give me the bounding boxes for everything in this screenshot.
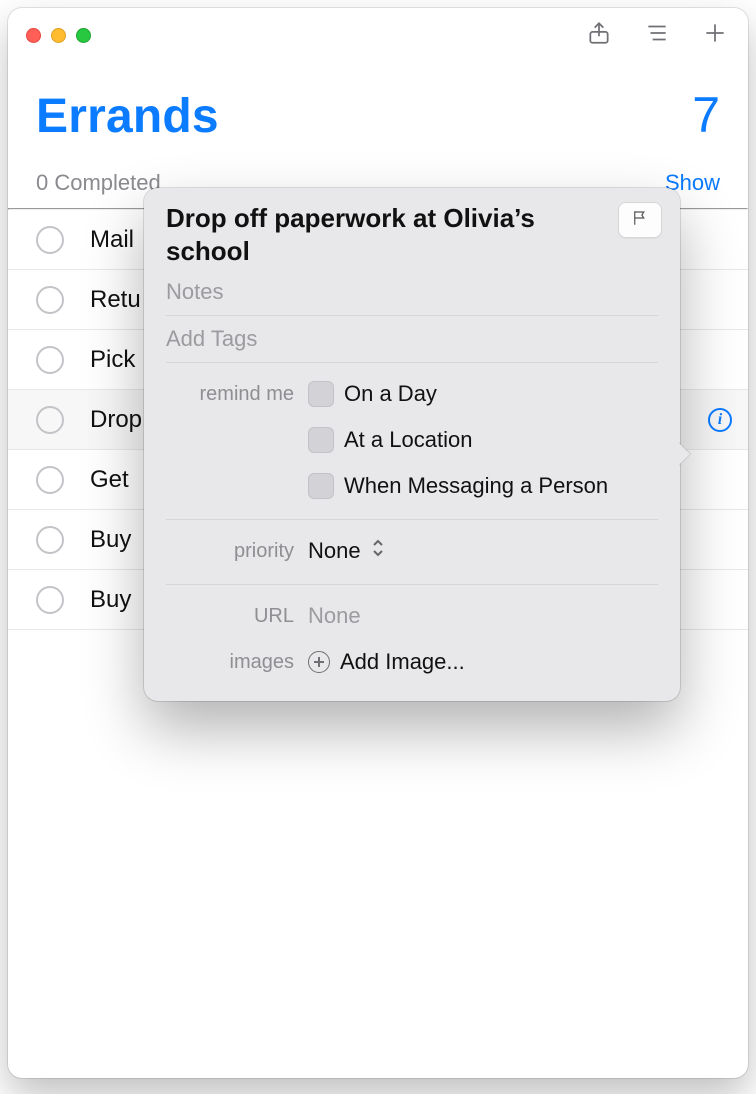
popover-arrow — [678, 442, 690, 466]
add-image-button[interactable]: Add Image... — [308, 649, 465, 675]
window-controls — [26, 28, 91, 43]
list-title: Errands — [36, 89, 219, 144]
zoom-window-button[interactable] — [76, 28, 91, 43]
list-item-title: Buy — [90, 586, 131, 614]
images-label: images — [166, 651, 294, 674]
reminders-window: Errands 7 0 Completed Show Mail Retu Pic… — [8, 8, 748, 1078]
complete-toggle[interactable] — [36, 346, 64, 374]
complete-toggle[interactable] — [36, 466, 64, 494]
priority-label: priority — [166, 540, 294, 563]
remind-on-day-label: On a Day — [344, 381, 437, 407]
reminder-details-popover: Drop off paperwork at Olivia’s school No… — [144, 188, 680, 701]
remind-on-day-checkbox[interactable] — [308, 381, 334, 407]
complete-toggle[interactable] — [36, 526, 64, 554]
complete-toggle[interactable] — [36, 406, 64, 434]
plus-circle-icon — [308, 651, 330, 673]
info-button[interactable]: i — [708, 408, 732, 432]
divider — [166, 519, 658, 520]
list-item-title: Buy — [90, 526, 131, 554]
list-item-title: Drop — [90, 406, 142, 434]
info-icon: i — [718, 412, 722, 428]
tags-field[interactable]: Add Tags — [144, 320, 680, 358]
complete-toggle[interactable] — [36, 226, 64, 254]
url-label: URL — [166, 605, 294, 628]
list-icon — [644, 20, 670, 51]
divider — [166, 584, 658, 585]
divider — [166, 362, 658, 363]
share-icon — [586, 20, 612, 51]
priority-select[interactable]: None — [308, 537, 385, 565]
complete-toggle[interactable] — [36, 586, 64, 614]
flag-button[interactable] — [618, 202, 662, 238]
remind-at-location-checkbox[interactable] — [308, 427, 334, 453]
completed-status: 0 Completed — [36, 170, 161, 196]
divider — [166, 315, 658, 316]
view-options-button[interactable] — [642, 20, 672, 50]
list-count: 7 — [692, 86, 720, 144]
priority-value: None — [308, 538, 361, 564]
url-field[interactable]: None — [308, 603, 361, 629]
add-reminder-button[interactable] — [700, 20, 730, 50]
notes-field[interactable]: Notes — [144, 273, 680, 311]
flag-icon — [631, 209, 649, 232]
add-image-label: Add Image... — [340, 649, 465, 675]
titlebar — [8, 8, 748, 62]
reminder-title-field[interactable]: Drop off paperwork at Olivia’s school — [166, 202, 604, 267]
remind-me-label: remind me — [166, 383, 294, 406]
list-item-title: Mail — [90, 226, 134, 254]
list-header: Errands 7 — [8, 62, 748, 156]
remind-at-location-label: At a Location — [344, 427, 472, 453]
list-item-title: Retu — [90, 286, 141, 314]
complete-toggle[interactable] — [36, 286, 64, 314]
list-item-title: Pick — [90, 346, 135, 374]
minimize-window-button[interactable] — [51, 28, 66, 43]
remind-when-messaging-label: When Messaging a Person — [344, 473, 608, 499]
remind-when-messaging-checkbox[interactable] — [308, 473, 334, 499]
list-item-title: Get — [90, 466, 129, 494]
toolbar — [584, 20, 730, 50]
close-window-button[interactable] — [26, 28, 41, 43]
plus-icon — [702, 20, 728, 51]
share-button[interactable] — [584, 20, 614, 50]
chevron-up-down-icon — [371, 537, 385, 565]
